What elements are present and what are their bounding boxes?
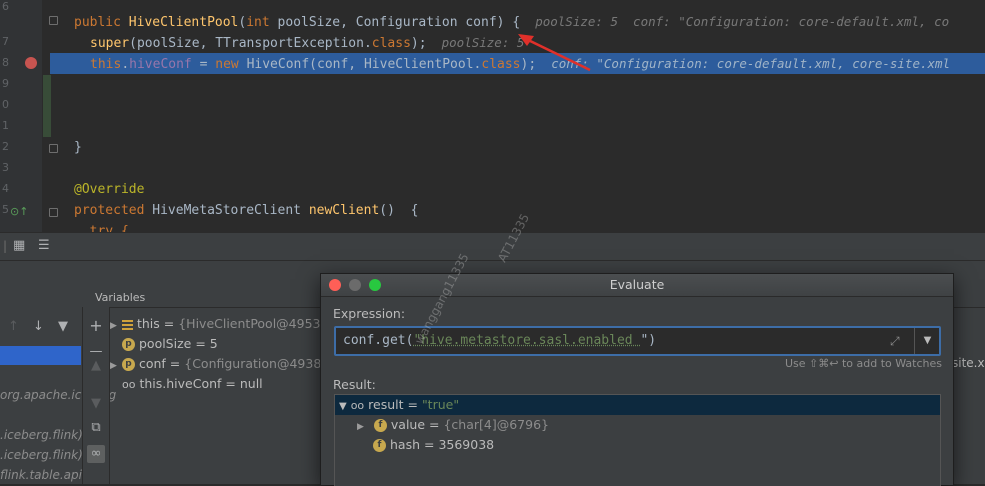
result-row[interactable]: ▼ oo result = "true" [339,395,459,415]
debugger-toolbar: | ▦ ☰ [0,232,985,261]
expand-editor-icon[interactable]: ⤢ [890,334,900,349]
parameter-icon: p [122,358,135,371]
variable-row[interactable]: ▶ p conf = {Configuration@4938} [110,354,329,374]
move-up-icon[interactable]: ▲ [87,357,105,375]
object-icon [122,319,133,330]
separator: | [3,239,8,253]
parameter-icon: p [122,338,135,351]
collapse-arrow-icon[interactable]: ▼ [339,401,347,412]
history-dropdown-button[interactable]: ▼ [914,328,940,354]
result-tree[interactable]: ▼ oo result = "true" ▶ f value = {char[4… [334,394,941,486]
dialog-titlebar[interactable]: Evaluate [321,274,953,297]
move-down-icon[interactable]: ▼ [87,395,105,413]
field-icon: f [373,419,387,432]
add-to-watches-hint: Use ⇧⌘↩ to add to Watches [784,357,942,370]
expand-arrow-icon[interactable]: ▶ [357,422,364,432]
result-child-row[interactable]: ▶ f value = {char[4]@6796} [357,415,549,435]
variable-row[interactable]: ▶ this = {HiveClientPool@4953} [110,314,328,334]
layout-icon[interactable]: ☰ [38,238,50,253]
variables-sidebar: + — ▲ ▼ ⧉ ∞ [82,307,110,484]
field-icon: f [373,439,386,452]
watch-glasses-icon: oo [122,378,136,391]
result-label: Result: [333,377,376,392]
frames-header: ↑ ↓ ▼ [0,313,82,341]
variables-title: Variables [95,291,146,304]
watch-glasses-icon: oo [350,399,365,412]
table-view-icon[interactable]: ▦ [13,238,25,253]
frame-selected[interactable] [0,346,81,365]
variable-row[interactable]: p poolSize = 5 [110,334,218,354]
variable-row[interactable]: oo this.hiveConf = null [110,374,263,394]
filter-icon[interactable]: ▼ [58,319,68,334]
expand-arrow-icon[interactable]: ▶ [110,356,122,376]
expression-label: Expression: [333,306,406,321]
evaluate-dialog: Evaluate Expression: conf.get("hive.meta… [320,273,954,486]
arrow-up-icon[interactable]: ↑ [8,319,19,334]
add-watch-icon[interactable]: + [87,317,105,335]
arrow-down-icon[interactable]: ↓ [33,319,44,334]
watches-toggle-icon[interactable]: ∞ [87,445,105,463]
frame-item[interactable]: .iceberg.flink) [0,428,83,442]
inline-value-behind-dialog: site.xr [952,356,985,370]
result-child-row[interactable]: f hash = 3569038 [373,435,494,455]
frame-item[interactable]: .iceberg.flink) [0,448,83,462]
copy-icon[interactable]: ⧉ [87,419,105,437]
annotation-arrow [518,34,591,72]
dialog-title: Evaluate [609,277,665,292]
expand-arrow-icon[interactable]: ▶ [110,316,122,336]
frame-item[interactable]: flink.table.api.i [0,468,89,482]
code-editor[interactable]: 6 7 8 9 0 1 2 3 4 5 ⊙↑ public HiveClient… [0,0,985,232]
expression-text[interactable]: conf.get("hive.metastore.sasl.enabled ") [343,328,656,354]
